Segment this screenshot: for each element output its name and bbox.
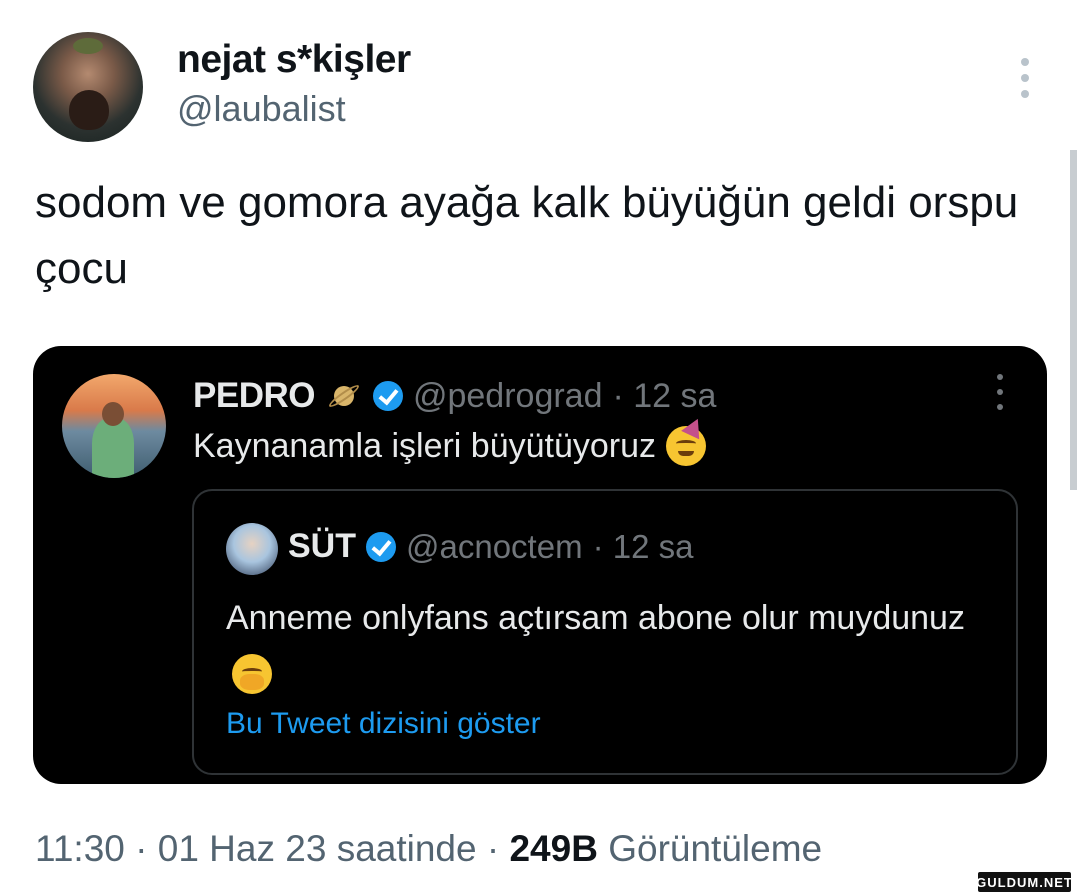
dot: [1021, 90, 1029, 98]
quote-author-avatar[interactable]: [62, 374, 166, 478]
separator: ·: [486, 828, 500, 869]
scroll-indicator: [1070, 150, 1077, 490]
quote-header: PEDRO @pedrograd · 12 sa: [193, 376, 716, 416]
verified-icon: [366, 531, 396, 562]
nested-time[interactable]: · 12 sa: [593, 528, 694, 566]
quote-text-row: Kaynanamla işleri büyütüyoruz: [193, 426, 707, 466]
dot: [1021, 74, 1029, 82]
views-count: 249B: [509, 828, 598, 869]
tweet-meta: 11:30 · 01 Haz 23 saatinde · 249B Görünt…: [35, 828, 822, 870]
quote-more-options-icon[interactable]: [993, 374, 1007, 410]
nested-author-name[interactable]: SÜT: [288, 527, 356, 566]
avatar-hair: [73, 38, 103, 54]
avatar-person: [92, 418, 134, 478]
more-options-icon[interactable]: [1010, 58, 1040, 98]
show-thread-link[interactable]: Bu Tweet dizisini göster: [226, 707, 541, 741]
author-handle[interactable]: @laubalist: [177, 88, 346, 130]
separator: ·: [135, 828, 148, 869]
avatar-head: [102, 402, 124, 426]
tweet-time[interactable]: 11:30: [35, 828, 125, 869]
quote-time[interactable]: · 12 sa: [613, 377, 717, 416]
nested-text-block: Anneme onlyfans açtırsam abone olur muyd…: [226, 591, 986, 699]
views-label: Görüntüleme: [608, 828, 823, 869]
nested-quoted-tweet[interactable]: SÜT @acnoctem · 12 sa Anneme onlyfans aç…: [192, 489, 1018, 775]
nested-text: Anneme onlyfans açtırsam abone olur muyd…: [226, 599, 965, 637]
quote-text: Kaynanamla işleri büyütüyoruz: [193, 426, 657, 465]
tweet-date[interactable]: 01 Haz 23 saatinde: [158, 828, 477, 869]
nested-author-avatar[interactable]: [226, 523, 278, 575]
author-name[interactable]: nejat s*kişler: [177, 38, 411, 82]
tweet-text: sodom ve gomora ayağa kalk büyüğün geldi…: [35, 178, 1019, 293]
quote-author-name[interactable]: PEDRO: [193, 376, 315, 416]
quote-author-handle[interactable]: @pedrograd: [413, 377, 603, 416]
quoted-tweet-card[interactable]: PEDRO @pedrograd · 12 sa Kaynanamla işle…: [33, 346, 1047, 784]
verified-icon: [372, 381, 403, 411]
avatar-beard: [69, 90, 109, 130]
planet-icon: [325, 377, 363, 415]
party-face-icon: [666, 426, 707, 466]
dot: [1021, 58, 1029, 66]
hand-over-mouth-icon: [232, 654, 272, 695]
watermark-logo: GULDUM.NET: [976, 872, 1072, 892]
author-avatar[interactable]: [33, 32, 143, 142]
nested-author-handle[interactable]: @acnoctem: [406, 528, 583, 566]
nested-header: SÜT @acnoctem · 12 sa: [288, 527, 693, 566]
